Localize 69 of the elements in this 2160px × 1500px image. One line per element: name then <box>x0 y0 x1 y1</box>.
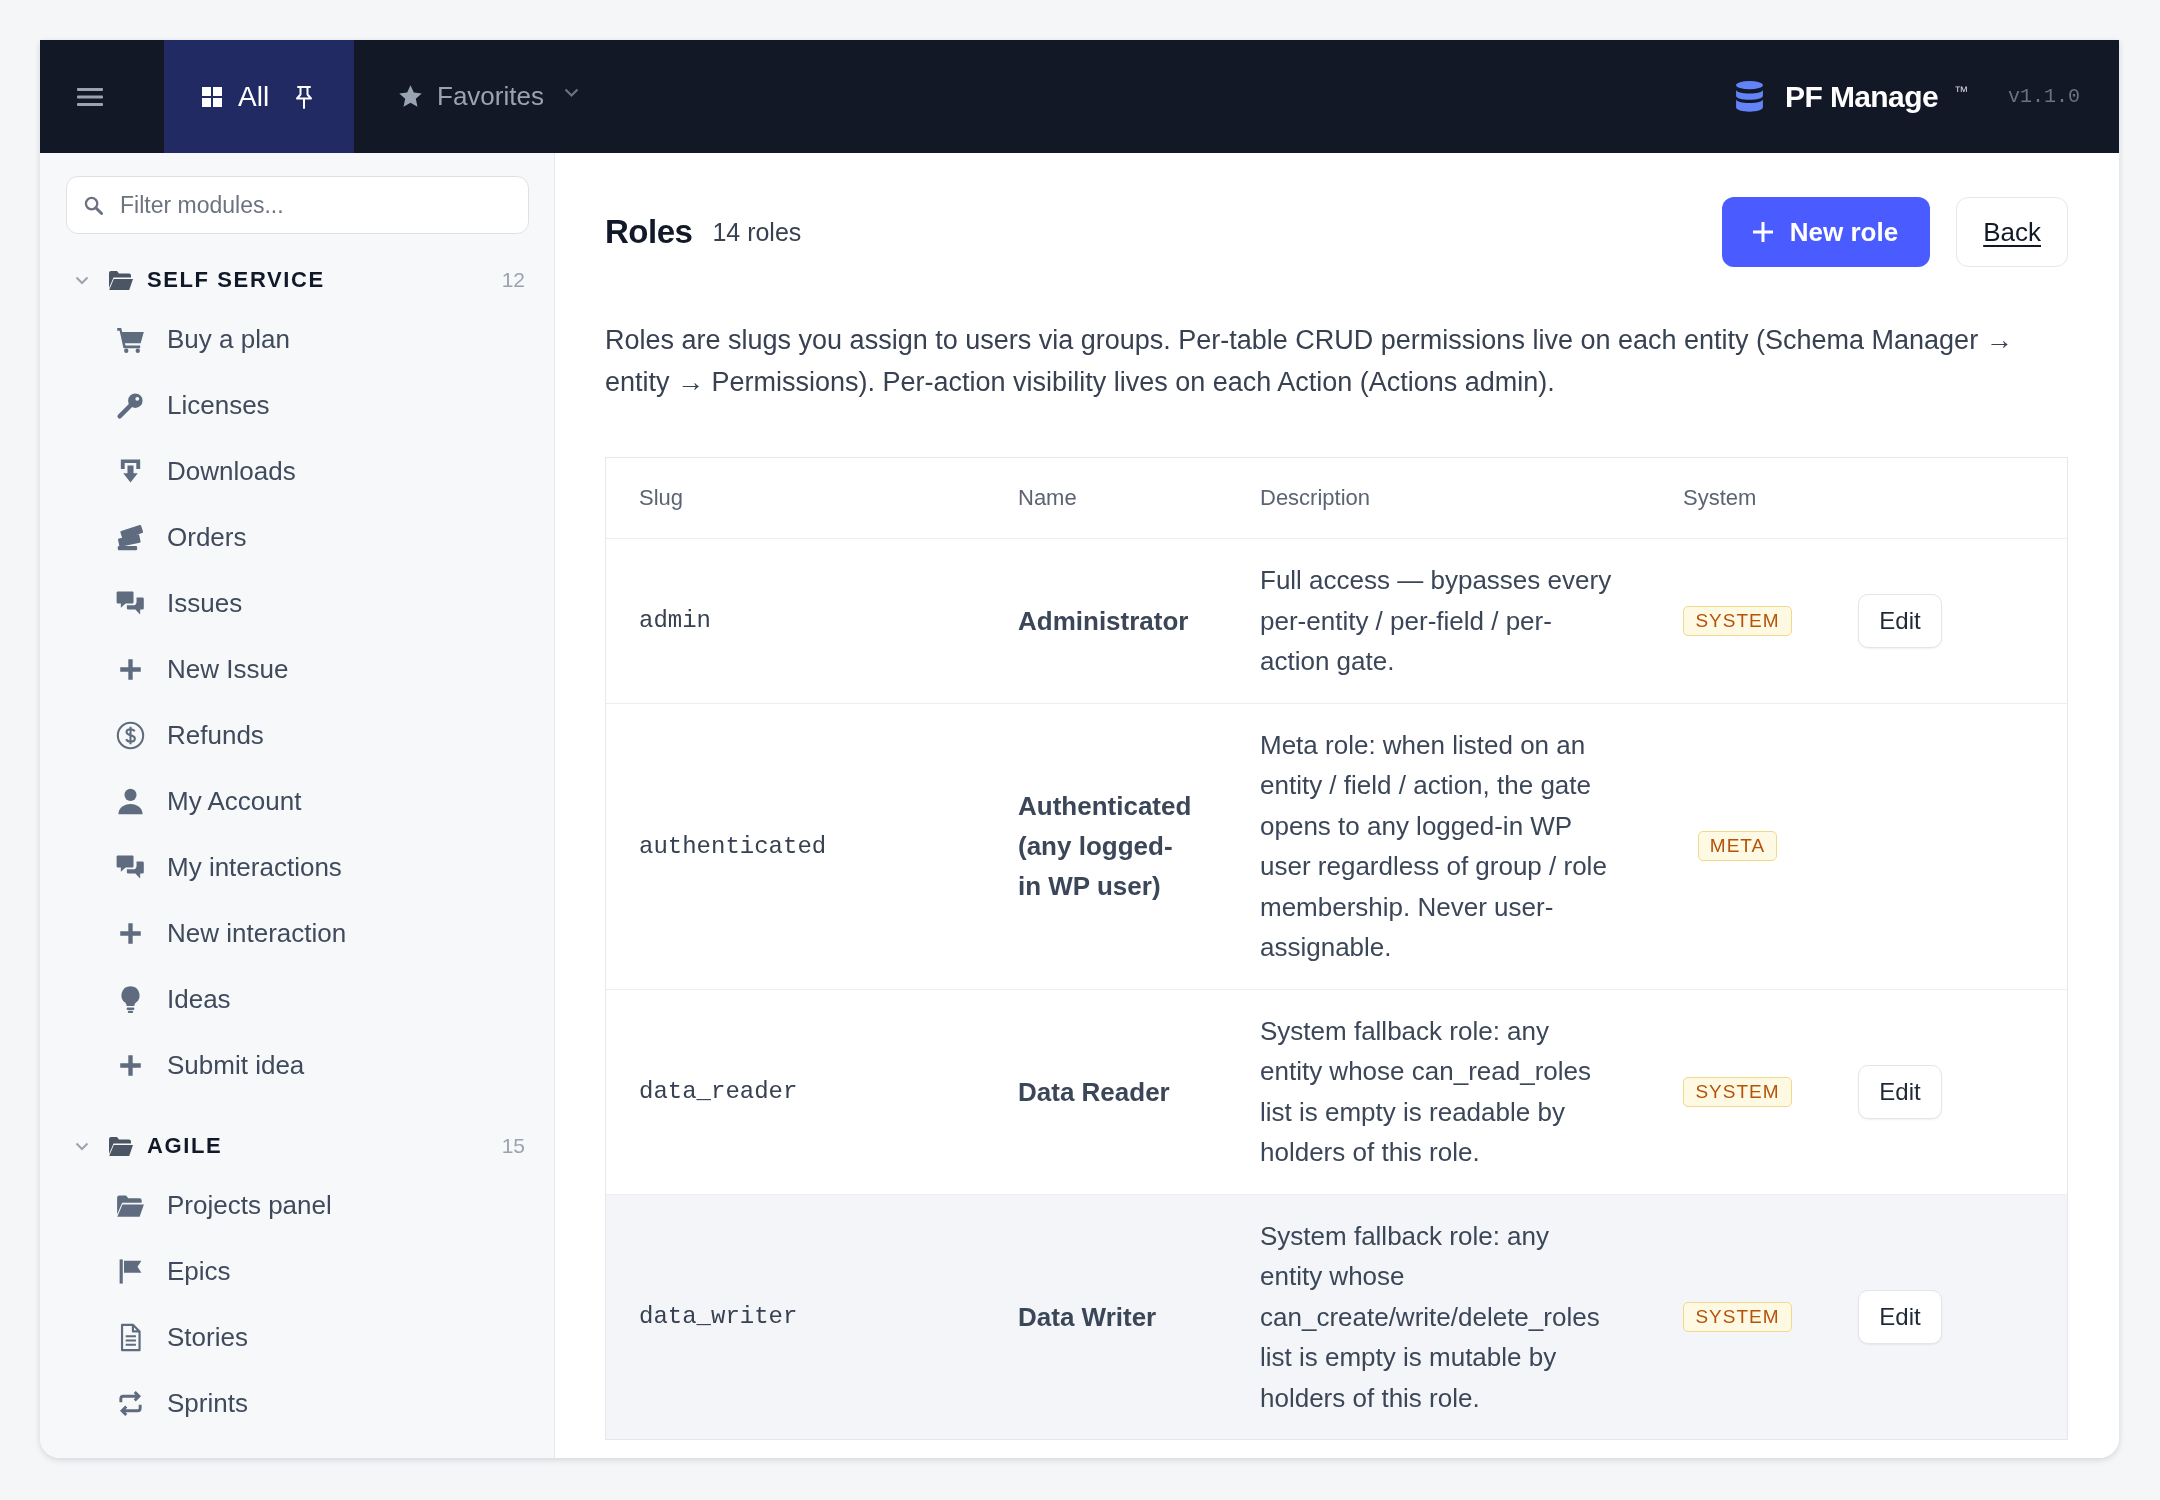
pin-icon[interactable] <box>295 84 314 109</box>
repeat-arrows-icon <box>116 1388 145 1418</box>
group-title[interactable]: AGILE <box>147 1133 223 1159</box>
role-name: Data Writer <box>1018 1300 1158 1334</box>
role-slug: admin <box>639 607 711 635</box>
column-header: Description <box>1259 485 1372 511</box>
sidebar-item[interactable]: Orders <box>66 504 529 570</box>
role-slug: data_writer <box>639 1303 798 1331</box>
back-button[interactable]: Back <box>1956 197 2068 267</box>
favorites-tab[interactable]: Favorites <box>354 40 603 153</box>
database-icon <box>1735 80 1764 113</box>
page-title: Roles <box>605 213 693 251</box>
group-count: 15 <box>501 1134 526 1158</box>
sidebar-item[interactable]: Ideas <box>66 966 529 1032</box>
role-description: System fallback role: any entity whose can_read_roles list is empty is readable by holders of this role. <box>1260 1014 1592 1169</box>
sidebar-item[interactable]: Licenses <box>66 372 529 438</box>
group-title[interactable]: SELF SERVICE <box>147 267 325 293</box>
sidebar-item[interactable]: Epics <box>66 1238 529 1304</box>
user-icon <box>116 786 145 816</box>
folder-icon <box>108 269 134 291</box>
filter-field[interactable]: Filter modules... <box>66 176 529 234</box>
page-description: Roles are slugs you assign to users via groups. Per-table CRUD permissions live on each entity (Schema Manager → entity → Permissions). Per-action visibility lives on each Action (Actions admin). <box>605 324 2014 399</box>
star-icon <box>398 84 423 109</box>
sidebar-item[interactable]: Buy a plan <box>66 306 529 372</box>
role-name: Data Reader <box>1018 1075 1171 1109</box>
column-header: System <box>1682 485 1758 511</box>
role-type-badge: SYSTEM <box>1683 605 1792 636</box>
sidebar-item[interactable]: Projects panel <box>66 1172 529 1238</box>
role-description: Full access — bypasses every per-entity / per-field / per-action gate. <box>1260 564 1613 678</box>
role-description: Meta role: when listed on an entity / field / action, the gate opens to any logged-in WP user regardless of group / role membership. Never user-assignable. <box>1260 728 1608 964</box>
sidebar-item[interactable]: New interaction <box>66 900 529 966</box>
trademark-mark: ™ <box>1954 82 1968 99</box>
sidebar-item[interactable]: Issues <box>66 570 529 636</box>
role-slug: data_reader <box>639 1078 798 1105</box>
edit-button[interactable]: Edit <box>1858 1289 1942 1344</box>
column-header: Name <box>1017 485 1078 511</box>
sidebar-item[interactable]: Sprints <box>66 1370 529 1436</box>
sidebar-item[interactable]: Submit idea <box>66 1032 529 1098</box>
grid-icon <box>202 86 222 107</box>
plus-icon <box>1751 221 1774 243</box>
sidebar-item[interactable]: Refunds <box>66 702 529 768</box>
role-name: Administrator <box>1018 604 1190 638</box>
version-label: v1.1.0 <box>2008 85 2080 108</box>
sidebar-item[interactable]: Stories <box>66 1304 529 1370</box>
role-type-badge: META <box>1697 831 1778 861</box>
brand-name: PF Manage <box>1785 79 1938 114</box>
key-icon <box>116 390 145 420</box>
menu-icon[interactable] <box>77 86 103 107</box>
sidebar-item[interactable]: Downloads <box>66 438 529 504</box>
role-type-badge: SYSTEM <box>1683 1301 1792 1332</box>
stack-icon <box>116 522 145 552</box>
sidebar-item[interactable]: New Issue <box>66 636 529 702</box>
sidebar-item[interactable]: My interactions <box>66 834 529 900</box>
role-slug: authenticated <box>639 832 827 860</box>
column-header: Slug <box>638 485 685 511</box>
sidebar-item[interactable]: My Account <box>66 768 529 834</box>
edit-button[interactable]: Edit <box>1858 1064 1942 1119</box>
role-description: System fallback role: any entity whose can_create/write/delete_roles list is empty is mutable by holders of this role. <box>1260 1219 1601 1415</box>
group-count: 12 <box>501 268 526 292</box>
new-role-button[interactable]: New role <box>1721 197 1931 267</box>
dollar-circle-icon <box>116 720 145 750</box>
folder-icon <box>108 1135 134 1157</box>
search-icon <box>84 196 103 215</box>
role-count: 14 roles <box>712 217 802 247</box>
role-name: Authenticated (any logged-in WP user) <box>1018 790 1193 903</box>
chevron-down-icon <box>563 87 579 98</box>
all-tab[interactable]: All <box>164 40 354 153</box>
edit-button[interactable]: Edit <box>1858 593 1942 648</box>
role-type-badge: SYSTEM <box>1683 1076 1792 1107</box>
